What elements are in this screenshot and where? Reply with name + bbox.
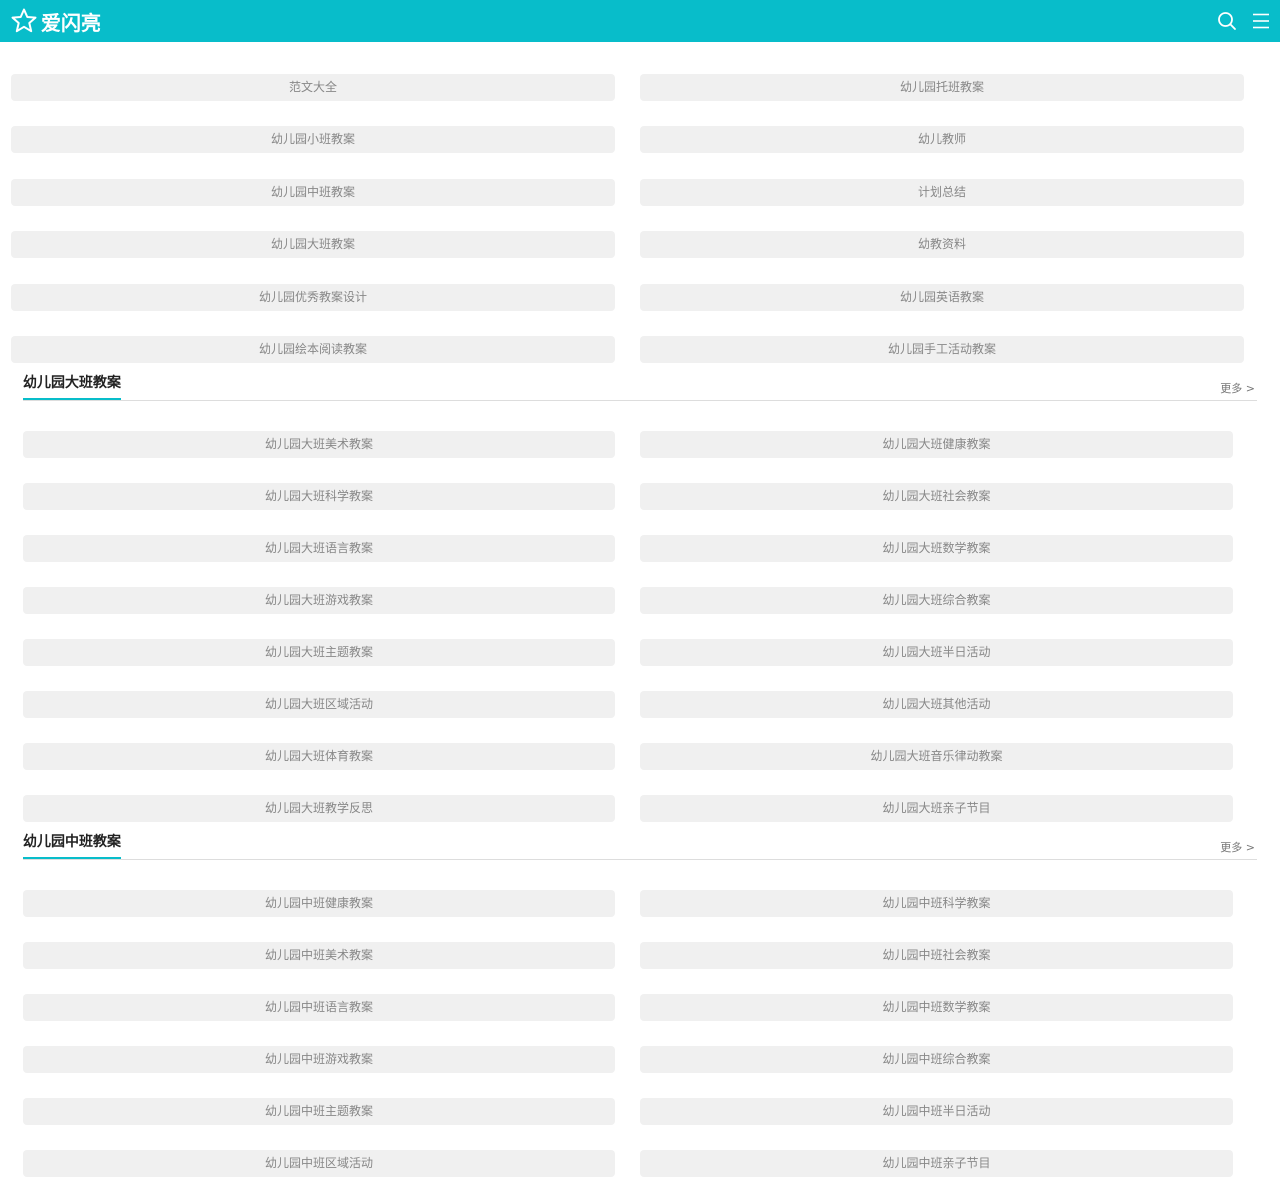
category-link[interactable]: 幼儿园大班语言教案 [23,535,615,562]
category-link[interactable]: 幼儿园大班游戏教案 [23,587,615,614]
section-title: 幼儿园大班教案 [23,374,121,400]
category-link[interactable]: 幼儿园托班教案 [640,74,1244,101]
category-link[interactable]: 幼儿园大班社会教案 [640,483,1233,510]
section-title: 幼儿园中班教案 [23,833,121,859]
category-link[interactable]: 幼儿园中班语言教案 [23,994,615,1021]
category-link[interactable]: 幼儿园中班半日活动 [640,1098,1233,1125]
category-link[interactable]: 幼儿园大班亲子节目 [640,795,1233,822]
category-link[interactable]: 幼儿园手工活动教案 [640,336,1244,363]
star-icon [11,8,37,33]
section-header: 幼儿园大班教案 更多 > [23,370,1257,401]
category-link[interactable]: 幼儿教师 [640,126,1244,154]
site-logo-text: 爱闪亮 [41,10,101,35]
category-link[interactable]: 幼儿园大班半日活动 [640,639,1233,666]
category-link[interactable]: 幼儿园中班教案 [11,178,615,206]
category-link[interactable]: 幼儿园大班体育教案 [23,743,615,770]
category-link[interactable]: 幼儿园中班主题教案 [23,1098,615,1125]
category-link[interactable]: 幼儿园大班音乐律动教案 [640,743,1233,770]
search-icon[interactable] [1217,11,1237,31]
section-header: 幼儿园中班教案 更多 > [23,829,1257,860]
category-link[interactable]: 范文大全 [11,74,615,101]
top-header: 爱闪亮 [0,0,1280,42]
section-more-link[interactable]: 更多 > [1220,839,1255,855]
category-link[interactable]: 幼儿园英语教案 [640,283,1244,311]
category-link[interactable]: 幼儿园中班美术教案 [23,942,615,969]
category-link[interactable]: 幼儿园中班数学教案 [640,994,1233,1021]
category-link[interactable]: 幼儿园大班数学教案 [640,535,1233,562]
category-link[interactable]: 幼儿园中班社会教案 [640,942,1233,969]
category-link[interactable]: 幼儿园绘本阅读教案 [11,336,615,363]
category-link[interactable]: 幼儿园大班美术教案 [23,431,615,458]
category-link[interactable]: 幼儿园大班健康教案 [640,431,1233,458]
category-link[interactable]: 幼儿园大班教学反思 [23,795,615,822]
category-link[interactable]: 幼儿园大班科学教案 [23,483,615,510]
category-link[interactable]: 幼教资料 [640,231,1244,259]
category-link[interactable]: 计划总结 [640,178,1244,206]
category-link[interactable]: 幼儿园大班教案 [11,231,615,259]
site-logo[interactable]: 爱闪亮 [10,7,101,35]
menu-icon[interactable] [1251,11,1271,31]
category-link[interactable]: 幼儿园中班区域活动 [23,1150,615,1177]
category-link[interactable]: 幼儿园优秀教案设计 [11,283,615,311]
category-link[interactable]: 幼儿园大班综合教案 [640,587,1233,614]
category-link[interactable]: 幼儿园小班教案 [11,126,615,154]
category-link[interactable]: 幼儿园中班游戏教案 [23,1046,615,1073]
category-link[interactable]: 幼儿园中班健康教案 [23,890,615,917]
category-link[interactable]: 幼儿园中班科学教案 [640,890,1233,917]
category-link[interactable]: 幼儿园中班综合教案 [640,1046,1233,1073]
category-link[interactable]: 幼儿园大班主题教案 [23,639,615,666]
section-more-link[interactable]: 更多 > [1220,380,1255,396]
category-link[interactable]: 幼儿园大班其他活动 [640,691,1233,718]
category-link[interactable]: 幼儿园中班亲子节目 [640,1150,1233,1177]
category-link[interactable]: 幼儿园大班区域活动 [23,691,615,718]
